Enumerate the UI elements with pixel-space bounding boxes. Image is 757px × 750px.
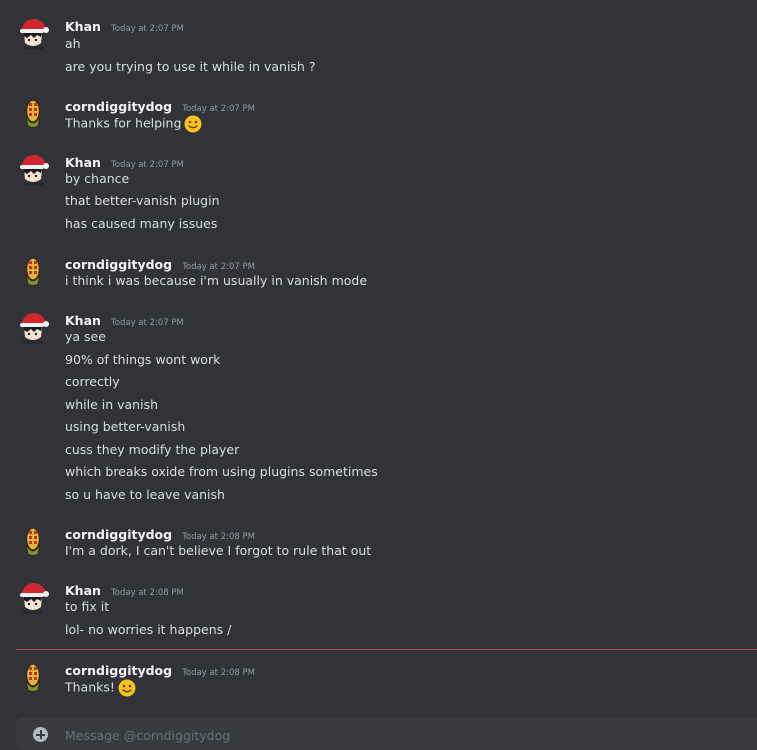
message-input[interactable] [65,726,745,744]
message-header: Khan Today at 2:08 PM [65,580,184,598]
add-attachment-plus-icon[interactable] [33,727,48,742]
message-line: lol- no worries it happens / [65,622,232,637]
message-line: which breaks oxide from using plugins so… [65,464,378,479]
corn-avatar[interactable] [16,96,50,130]
message-header: corndiggitydog Today at 2:08 PM [65,524,255,542]
timestamp: Today at 2:07 PM [182,262,255,272]
message-line: Thanks! [65,679,136,695]
message-line: so u have to leave vanish [65,487,225,502]
message-line: are you trying to use it while in vanish… [65,59,316,74]
message-text: Thanks! [65,679,115,695]
message-list[interactable]: Khan Today at 2:07 PM ah are you trying … [0,0,757,712]
message-line: correctly [65,374,120,389]
timestamp: Today at 2:08 PM [182,668,255,678]
timestamp: Today at 2:07 PM [111,160,184,170]
message-line: has caused many issues [65,216,218,231]
message-header: corndiggitydog Today at 2:07 PM [65,254,255,272]
message-line: while in vanish [65,397,159,412]
message-composer [16,717,757,750]
corn-avatar[interactable] [16,254,50,288]
corn-avatar[interactable] [16,524,50,558]
timestamp: Today at 2:08 PM [111,588,184,598]
message-line: ah [65,36,81,51]
slightly-smiling-face-icon [184,115,202,133]
message-line: i think i was because i'm usually in van… [65,273,368,288]
username[interactable]: corndiggitydog [65,257,172,272]
message-line: to fix it [65,599,110,614]
khan-avatar[interactable] [16,310,50,344]
message-line: Thanks for helping [65,115,202,131]
khan-avatar[interactable] [16,16,50,50]
corn-avatar[interactable] [16,660,50,694]
username[interactable]: corndiggitydog [65,663,172,678]
message-header: Khan Today at 2:07 PM [65,152,184,170]
message-header: corndiggitydog Today at 2:08 PM [65,660,255,678]
username[interactable]: Khan [65,155,101,170]
message-line: that better-vanish plugin [65,193,220,208]
username[interactable]: corndiggitydog [65,527,172,542]
message-header: corndiggitydog Today at 2:07 PM [65,96,255,114]
username[interactable]: corndiggitydog [65,99,172,114]
message-line: cuss they modify the player [65,442,240,457]
username[interactable]: Khan [65,583,101,598]
slightly-smiling-face-icon [118,679,136,697]
message-header: Khan Today at 2:07 PM [65,16,184,34]
timestamp: Today at 2:08 PM [182,532,255,542]
username[interactable]: Khan [65,19,101,34]
timestamp: Today at 2:07 PM [111,318,184,328]
message-line: using better-vanish [65,419,186,434]
timestamp: Today at 2:07 PM [111,24,184,34]
message-text: Thanks for helping [65,115,182,131]
message-line: ya see [65,329,106,344]
timestamp: Today at 2:07 PM [182,104,255,114]
khan-avatar[interactable] [16,580,50,614]
username[interactable]: Khan [65,313,101,328]
message-line: by chance [65,171,130,186]
message-line: 90% of things wont work [65,352,221,367]
message-line: I'm a dork, I can't believe I forgot to … [65,543,372,558]
new-messages-divider [16,649,757,650]
message-header: Khan Today at 2:07 PM [65,310,184,328]
khan-avatar[interactable] [16,152,50,186]
